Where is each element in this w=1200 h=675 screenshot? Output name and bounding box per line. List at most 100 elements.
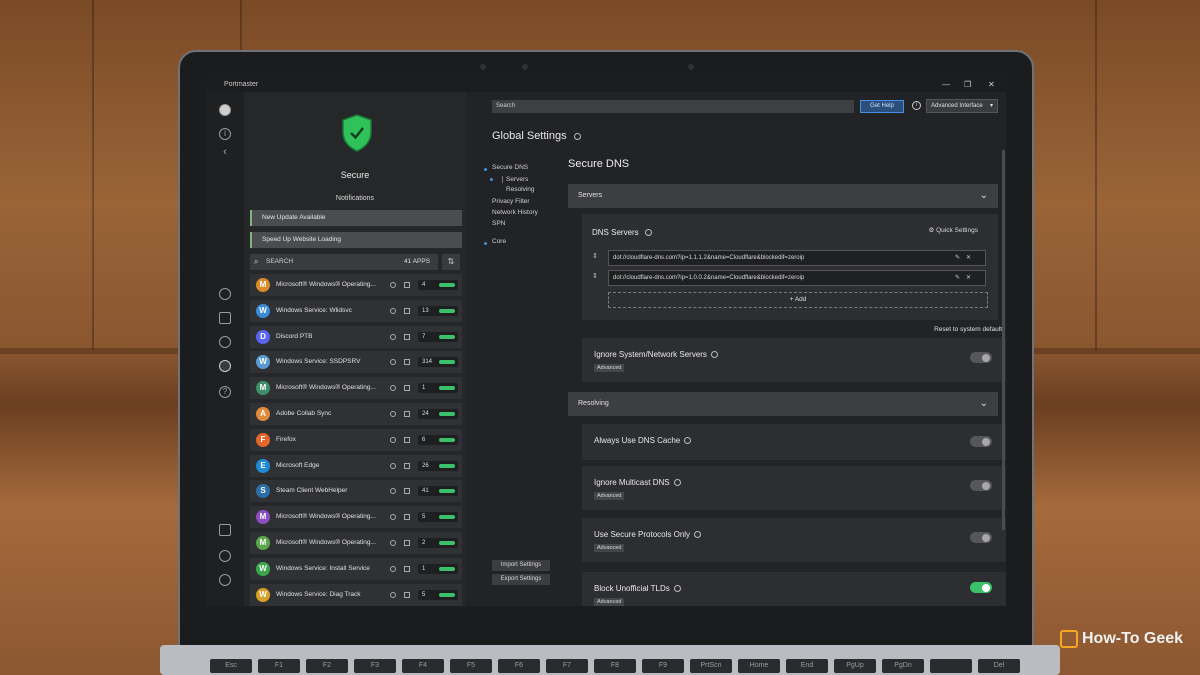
- app-status-icon[interactable]: [390, 514, 396, 521]
- minimize-icon[interactable]: —: [942, 78, 950, 92]
- app-settings-icon[interactable]: [404, 591, 410, 598]
- app-search-input[interactable]: ⌕ SEARCH 41 APPS: [250, 254, 438, 270]
- info-icon[interactable]: [694, 531, 702, 539]
- portmaster-logo-icon[interactable]: [219, 104, 231, 116]
- app-list-item[interactable]: W Windows Service: SSDPSRV 314: [250, 351, 462, 374]
- edit-delete-icons[interactable]: ✎✕: [955, 271, 977, 285]
- notification-item[interactable]: Speed Up Website Loading: [250, 232, 462, 248]
- servers-section-header[interactable]: Servers ⌄: [568, 184, 998, 208]
- settings-gear-icon[interactable]: [219, 360, 231, 372]
- app-list-item[interactable]: W Windows Service: Install Service 1: [250, 557, 462, 580]
- info-icon[interactable]: [710, 351, 718, 359]
- dns-server-entry[interactable]: dot://cloudflare-dns.com?ip=1.1.1.2&name…: [608, 250, 986, 266]
- drag-handle-icon[interactable]: ⇕: [592, 272, 598, 280]
- import-settings-button[interactable]: Import Settings: [492, 560, 550, 571]
- account-icon[interactable]: [219, 574, 231, 586]
- app-status-icon[interactable]: [390, 282, 396, 288]
- app-settings-icon[interactable]: [404, 565, 410, 572]
- nav-privacy-filter[interactable]: Privacy Filter: [492, 198, 530, 205]
- app-settings-icon[interactable]: [404, 462, 410, 469]
- nav-resolving[interactable]: Resolving: [502, 186, 535, 193]
- keyboard-key: F1: [258, 659, 300, 673]
- app-status-icon[interactable]: [390, 333, 396, 340]
- setting-toggle[interactable]: [970, 532, 992, 543]
- settings-search-input[interactable]: Search: [492, 100, 854, 113]
- tools-icon[interactable]: [219, 524, 231, 536]
- close-icon[interactable]: ✕: [988, 78, 995, 92]
- info-icon[interactable]: [644, 229, 652, 237]
- app-status-icon[interactable]: [390, 488, 396, 495]
- export-settings-button[interactable]: Export Settings: [492, 574, 550, 585]
- app-list-item[interactable]: D Discord PTB 7: [250, 325, 462, 348]
- setting-toggle[interactable]: [970, 436, 992, 447]
- info-icon[interactable]: [573, 132, 581, 140]
- app-settings-icon[interactable]: [404, 410, 410, 417]
- app-status-icon[interactable]: [390, 410, 396, 417]
- app-list-item[interactable]: M Microsoft® Windows® Operating... 1: [250, 377, 462, 400]
- app-list-item[interactable]: W Windows Service: Wlidsvc 13: [250, 299, 462, 322]
- info-icon[interactable]: i: [219, 128, 231, 140]
- collapse-chevron-icon[interactable]: ‹: [219, 147, 231, 160]
- nav-core[interactable]: Core: [492, 238, 506, 245]
- app-list-item[interactable]: M Microsoft® Windows® Operating... 5: [250, 506, 462, 529]
- app-list-item[interactable]: S Steam Client WebHelper 41: [250, 480, 462, 503]
- app-settings-icon[interactable]: [404, 282, 410, 288]
- app-status-icon[interactable]: [390, 307, 396, 314]
- app-list-item[interactable]: F Firefox 6: [250, 428, 462, 451]
- info-icon[interactable]: [673, 479, 681, 487]
- quick-settings-button[interactable]: ⚙ Quick Settings: [928, 226, 978, 234]
- nav-spn[interactable]: SPN: [492, 220, 505, 227]
- add-server-button[interactable]: + Add: [608, 292, 988, 308]
- app-list-item[interactable]: A Adobe Collab Sync 24: [250, 402, 462, 425]
- app-settings-icon[interactable]: [404, 307, 410, 314]
- setting-toggle[interactable]: [970, 582, 992, 593]
- spn-icon[interactable]: [219, 336, 231, 348]
- keyboard-key: Del: [978, 659, 1020, 673]
- app-settings-icon[interactable]: [404, 385, 410, 392]
- app-settings-icon[interactable]: [404, 488, 410, 495]
- get-help-button[interactable]: Get Help: [860, 100, 904, 113]
- edit-delete-icons[interactable]: ✎✕: [955, 251, 977, 265]
- connection-count: 41: [418, 486, 458, 497]
- app-status-icon[interactable]: [390, 462, 396, 469]
- dns-server-entry[interactable]: dot://cloudflare-dns.com?ip=1.0.0.2&name…: [608, 270, 986, 286]
- notification-item[interactable]: New Update Available: [250, 210, 462, 226]
- app-list-item[interactable]: E Microsoft Edge 26: [250, 454, 462, 477]
- app-status-icon[interactable]: [390, 436, 396, 443]
- sort-button[interactable]: ⇅: [442, 254, 460, 270]
- nav-servers[interactable]: Servers: [502, 176, 528, 183]
- app-list-item[interactable]: M Microsoft® Windows® Operating... 2: [250, 531, 462, 554]
- app-list-item[interactable]: W Windows Service: Diag Track 5: [250, 583, 462, 606]
- app-status-icon[interactable]: [390, 359, 396, 366]
- app-settings-icon[interactable]: [404, 436, 410, 443]
- info-icon[interactable]: [684, 437, 692, 445]
- app-settings-icon[interactable]: [404, 333, 410, 340]
- app-status-icon[interactable]: [390, 565, 396, 572]
- connection-count-value: 5: [422, 514, 426, 521]
- reset-to-default-link[interactable]: Reset to system default: [934, 326, 1002, 333]
- info-icon[interactable]: i: [912, 101, 921, 110]
- keyboard-key: F3: [354, 659, 396, 673]
- setting-toggle[interactable]: [970, 352, 992, 363]
- info-icon[interactable]: [673, 585, 681, 593]
- scrollbar[interactable]: [1002, 150, 1005, 530]
- app-status-icon[interactable]: [390, 539, 396, 546]
- notifications-heading: Notifications: [335, 195, 375, 202]
- app-settings-icon[interactable]: [404, 359, 410, 366]
- setting-toggle[interactable]: [970, 480, 992, 491]
- resolving-section-header[interactable]: Resolving ⌄: [568, 392, 998, 416]
- nav-network-history[interactable]: Network History: [492, 209, 538, 216]
- app-settings-icon[interactable]: [404, 539, 410, 546]
- power-icon[interactable]: [219, 550, 231, 562]
- drag-handle-icon[interactable]: ⇕: [592, 252, 598, 260]
- maximize-icon[interactable]: ❐: [964, 78, 971, 92]
- network-icon[interactable]: [219, 288, 231, 300]
- app-settings-icon[interactable]: [404, 514, 410, 521]
- help-icon[interactable]: ?: [219, 386, 231, 398]
- nav-secure-dns[interactable]: Secure DNS: [492, 164, 528, 171]
- app-list-item[interactable]: M Microsoft® Windows® Operating... 4: [250, 274, 462, 296]
- app-status-icon[interactable]: [390, 591, 396, 598]
- apps-grid-icon[interactable]: [219, 312, 231, 324]
- app-status-icon[interactable]: [390, 385, 396, 392]
- interface-mode-select[interactable]: Advanced Interface ▾: [926, 99, 998, 113]
